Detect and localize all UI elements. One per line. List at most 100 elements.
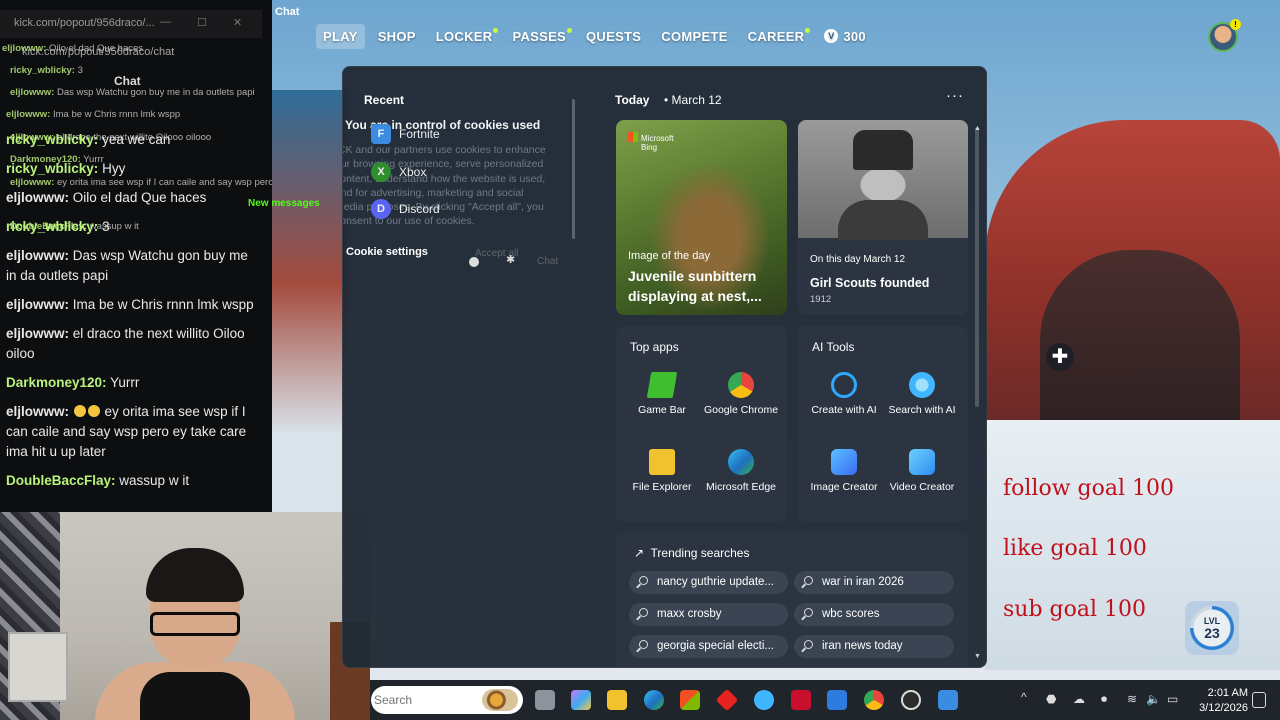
- chat-username[interactable]: eljlowww:: [6, 326, 69, 341]
- taskbar-clock[interactable]: 2:01 AM 3/12/2026: [1196, 686, 1248, 716]
- search-highlight-icon[interactable]: [482, 689, 518, 711]
- lobby-hangar-door: [1040, 250, 1240, 420]
- copilot-icon[interactable]: [571, 690, 591, 710]
- vbucks-balance[interactable]: V 300: [817, 24, 873, 49]
- fortnite-icon: F: [371, 124, 391, 144]
- chat-text: Oilo el dad Que haces: [72, 190, 207, 205]
- chevron-up-icon[interactable]: ^: [1021, 690, 1027, 704]
- store-icon[interactable]: [680, 690, 700, 710]
- maximize-icon[interactable]: ☐: [197, 16, 207, 29]
- image-of-the-day-card[interactable]: Microsoft Bing Image of the day Juvenile…: [616, 120, 787, 315]
- nav-locker[interactable]: LOCKER: [429, 24, 500, 49]
- webcam-feed: [0, 512, 370, 720]
- recent-header: Recent: [364, 93, 405, 107]
- chat-username[interactable]: ricky_wblicky:: [6, 219, 98, 234]
- volume-icon[interactable]: 🔈: [1146, 692, 1161, 706]
- trending-chip[interactable]: war in iran 2026: [794, 571, 954, 594]
- app-video-creator[interactable]: Video Creator: [882, 449, 962, 494]
- trending-chip-label: maxx crosby: [657, 608, 722, 620]
- wifi-icon[interactable]: ≋: [1127, 692, 1141, 706]
- app-create-with-ai[interactable]: Create with AI: [804, 372, 884, 417]
- edge-icon: [728, 449, 754, 475]
- nav-compete[interactable]: COMPETE: [654, 24, 734, 49]
- search-icon: [639, 608, 648, 617]
- emoji-icon[interactable]: [469, 257, 479, 267]
- file-explorer-icon[interactable]: [607, 690, 627, 710]
- trending-chip[interactable]: georgia special electi...: [629, 635, 788, 658]
- trending-chip[interactable]: nancy guthrie update...: [629, 571, 788, 594]
- plus-icon[interactable]: ✚: [1046, 343, 1074, 371]
- chat-username[interactable]: ricky_wblicky:: [6, 161, 98, 176]
- app-file-explorer[interactable]: File Explorer: [622, 449, 702, 494]
- chat-username[interactable]: Darkmoney120:: [6, 375, 107, 390]
- fortnite-icon[interactable]: [938, 690, 958, 710]
- edge-icon[interactable]: [644, 690, 664, 710]
- battery-icon[interactable]: ▭: [1167, 692, 1181, 706]
- app-tray-icon[interactable]: ⬣: [1046, 692, 1060, 706]
- cookie-settings-button[interactable]: Cookie settings: [346, 246, 428, 258]
- app-game-bar[interactable]: Game Bar: [622, 372, 702, 417]
- nav-shop[interactable]: SHOP: [371, 24, 423, 49]
- recent-scrollbar[interactable]: [572, 99, 575, 239]
- app-image-creator[interactable]: Image Creator: [804, 449, 884, 494]
- ghost-message: eljlowww: Oilo el dad Que haces: [2, 43, 143, 54]
- trending-chip[interactable]: iran news today: [794, 635, 954, 658]
- search-icon: [804, 608, 813, 617]
- chrome-icon[interactable]: [864, 690, 884, 710]
- more-options-button[interactable]: ···: [946, 87, 964, 104]
- trending-chip[interactable]: maxx crosby: [629, 603, 788, 626]
- app-label: Microsoft Edge: [705, 481, 777, 493]
- chat-username[interactable]: ricky_wblicky:: [6, 132, 98, 147]
- clock-date: 3/12/2026: [1199, 702, 1248, 714]
- gear-icon[interactable]: ✱: [506, 253, 515, 266]
- task-view-icon[interactable]: [535, 690, 555, 710]
- trending-chip[interactable]: wbc scores: [794, 603, 954, 626]
- popout-title-url: kick.com/popout/956draco/...: [14, 17, 155, 29]
- recent-item-label: Xbox: [399, 165, 427, 179]
- recent-item-xbox[interactable]: X Xbox: [371, 162, 426, 182]
- microphone-icon[interactable]: ⏺: [1101, 692, 1115, 706]
- search-icon: [804, 640, 813, 649]
- ghost-text: Ima be w Chris rnnn lmk wspp: [52, 109, 181, 120]
- chat-message: eljlowww: Oilo el dad Que haces: [6, 188, 260, 208]
- app-microsoft-edge[interactable]: Microsoft Edge: [701, 449, 781, 494]
- chat-username[interactable]: eljlowww:: [6, 404, 69, 419]
- nav-quests[interactable]: QUESTS: [579, 24, 648, 49]
- trending-header-label: Trending searches: [650, 546, 750, 560]
- app-google-chrome[interactable]: Google Chrome: [701, 372, 781, 417]
- cloud-icon[interactable]: ☁: [1073, 692, 1087, 706]
- app-search-with-ai[interactable]: Search with AI: [882, 372, 962, 417]
- chat-username[interactable]: eljlowww:: [6, 190, 69, 205]
- nav-passes[interactable]: PASSES: [505, 24, 573, 49]
- on-this-day-card[interactable]: On this day March 12 Girl Scouts founded…: [798, 120, 968, 315]
- chat-popout-panel: kick.com/popout/956draco/... — ☐ ✕ kick.…: [0, 0, 272, 515]
- chat-text: Hyy: [102, 161, 126, 176]
- panel-scrollbar[interactable]: [975, 127, 979, 407]
- scroll-down-arrow-icon[interactable]: ▼: [974, 653, 981, 660]
- date-label: • March 12: [664, 93, 722, 107]
- chat-header: Chat: [114, 74, 141, 88]
- close-icon[interactable]: ✕: [233, 16, 242, 29]
- ghost-message: eljlowww: Ima be w Chris rnnn lmk wspp: [6, 109, 180, 120]
- ghost-username: eljlowww:: [10, 87, 55, 98]
- nav-play[interactable]: PLAY: [316, 23, 365, 49]
- mcafee-icon[interactable]: [791, 690, 811, 710]
- obs-icon[interactable]: [901, 690, 921, 710]
- game-top-nav: PLAY SHOP LOCKER PASSES QUESTS COMPETE C…: [272, 20, 873, 52]
- chat-username[interactable]: DoubleBaccFlay:: [6, 473, 116, 488]
- nav-compete-label: COMPETE: [661, 28, 728, 44]
- chat-message: eljlowww: Ima be w Chris rnnn lmk wspp: [6, 295, 260, 315]
- recent-item-fortnite[interactable]: F Fortnite: [371, 124, 440, 144]
- nav-career[interactable]: CAREER: [741, 24, 812, 49]
- taskbar-search-input[interactable]: [374, 692, 474, 708]
- minimize-icon[interactable]: —: [160, 16, 171, 29]
- new-messages-indicator[interactable]: New messages: [248, 198, 320, 209]
- ghost-text: Das wsp Watchu gon buy me in da outlets …: [56, 87, 255, 98]
- mail-icon[interactable]: [827, 690, 847, 710]
- app-edge-badge-icon[interactable]: [754, 690, 774, 710]
- chat-username[interactable]: eljlowww:: [6, 297, 69, 312]
- recent-item-discord[interactable]: D Discord: [371, 199, 440, 219]
- notification-icon[interactable]: [1252, 692, 1266, 708]
- search-icon: [804, 576, 813, 585]
- chat-username[interactable]: eljlowww:: [6, 248, 69, 263]
